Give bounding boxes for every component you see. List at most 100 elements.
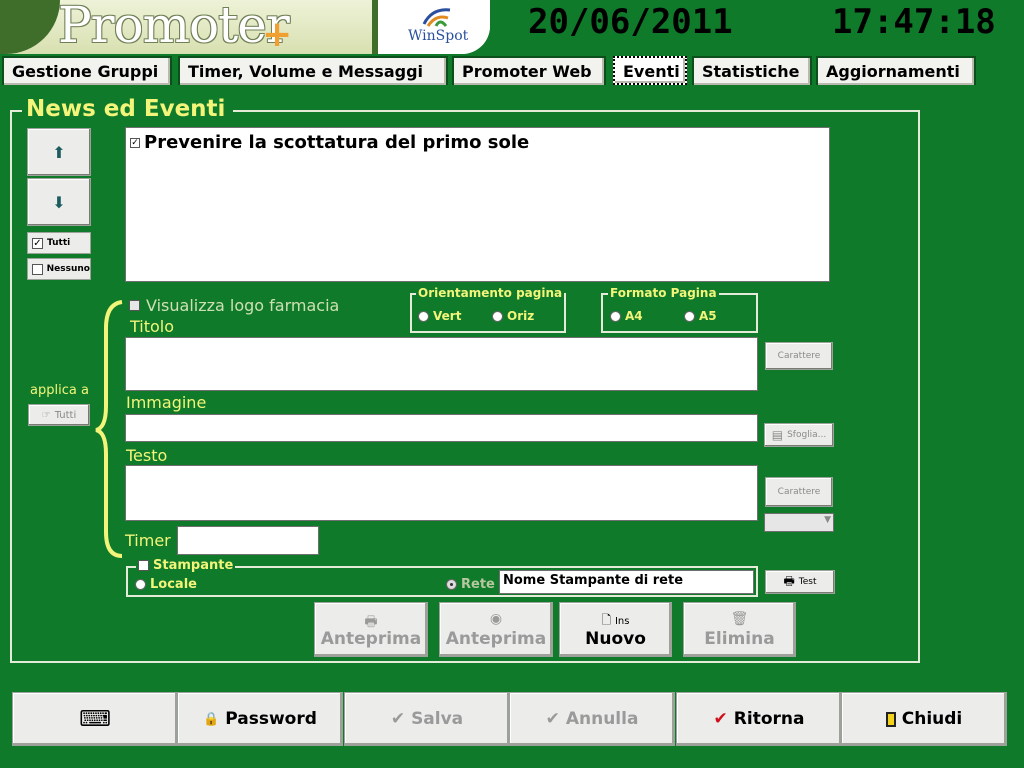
titolo-carattere-button[interactable]: Carattere: [765, 342, 833, 370]
select-none-label: Nessuno: [46, 264, 90, 274]
folder-icon: ▤: [771, 428, 784, 442]
nuovo-label: Nuovo: [585, 628, 646, 649]
formato-legend: Formato Pagina: [608, 286, 719, 300]
sfoglia-button[interactable]: ▤ Sfoglia...: [764, 423, 834, 447]
keyboard-button[interactable]: ⌨: [12, 692, 178, 746]
winspot-text: WinSpot: [408, 28, 469, 44]
check-icon: ✔: [390, 709, 406, 729]
checkbox-checked-icon: ✓: [32, 237, 43, 249]
radio-a5[interactable]: A5: [684, 309, 717, 323]
page-title: News ed Eventi: [22, 96, 234, 122]
titolo-field[interactable]: [125, 337, 758, 391]
testo-carattere-button[interactable]: Carattere: [765, 477, 833, 507]
sfoglia-label: Sfoglia...: [787, 430, 827, 440]
timer-field[interactable]: [177, 526, 319, 555]
elimina-label: Elimina: [704, 628, 775, 649]
ritorna-button[interactable]: ✔ Ritorna: [676, 692, 842, 746]
logo-swoosh: [0, 0, 60, 54]
immagine-field[interactable]: [125, 414, 758, 442]
chiudi-button[interactable]: Chiudi: [841, 692, 1007, 746]
lock-icon: 🔒: [203, 711, 220, 727]
select-all-label: Tutti: [47, 238, 71, 248]
nuovo-button[interactable]: 🗋 Ins Nuovo: [559, 602, 672, 657]
winspot-logo: WinSpot: [372, 0, 490, 54]
brace-decoration: [95, 300, 123, 558]
checkbox-unchecked-icon: [32, 263, 43, 275]
item-checkbox[interactable]: ✓: [130, 137, 140, 148]
list-item[interactable]: ✓ Prevenire la scottatura del primo sole: [130, 132, 529, 153]
new-document-icon: 🗋 Ins: [602, 611, 630, 629]
stampante-legend: Stampante: [153, 558, 234, 573]
move-down-button[interactable]: ⬇: [27, 178, 91, 226]
visualizza-logo-checkbox[interactable]: Visualizza logo farmacia: [129, 296, 339, 315]
printer-icon: 🖶: [783, 573, 795, 588]
test-print-button[interactable]: 🖶 Test: [765, 570, 835, 594]
testo-field[interactable]: [125, 465, 758, 521]
keyboard-icon: ⌨: [79, 706, 111, 732]
testo-label: Testo: [126, 446, 168, 465]
radio-rete-label: Rete: [461, 577, 495, 592]
radio-oriz-label: Oriz: [507, 309, 535, 323]
logo-text: Promoter: [58, 0, 290, 54]
logo-plus: +: [262, 14, 293, 54]
radio-vert-label: Vert: [433, 309, 462, 323]
elimina-button[interactable]: 🗑 Elimina: [683, 602, 796, 657]
checkbox-unchecked-icon: [138, 560, 149, 571]
winspot-mark-icon: [422, 8, 451, 27]
current-time: 17:47:18: [832, 2, 996, 42]
salva-label: Salva: [411, 709, 464, 729]
document-icon: 🗋: [601, 612, 612, 627]
tab-statistiche[interactable]: Statistiche: [692, 56, 812, 85]
radio-icon: [492, 310, 503, 322]
radio-a5-label: A5: [699, 309, 717, 323]
radio-vert[interactable]: Vert: [418, 309, 461, 323]
password-label: Password: [225, 709, 317, 729]
news-item-title: Prevenire la scottatura del primo sole: [144, 132, 530, 153]
tab-promoter-web[interactable]: Promoter Web: [452, 56, 606, 85]
printer-name-field[interactable]: Nome Stampante di rete: [499, 570, 754, 594]
tab-aggiornamenti[interactable]: Aggiornamenti: [816, 56, 976, 85]
radio-a4[interactable]: A4: [610, 309, 643, 323]
radio-icon: [684, 310, 695, 322]
annulla-label: Annulla: [565, 709, 639, 729]
orientamento-legend: Orientamento pagina: [416, 286, 565, 300]
bottom-toolbar: ⌨ 🔒 Password ✔ Salva ✔ Annulla ✔ Ritorna…: [12, 692, 1008, 746]
radio-icon: [135, 579, 146, 590]
test-label: Test: [798, 577, 817, 587]
radio-locale[interactable]: Locale: [135, 577, 197, 592]
hand-pointer-icon: ☞: [41, 409, 51, 421]
anteprima-web-button[interactable]: ◉ Anteprima: [439, 602, 553, 657]
header: Promoter + WinSpot 20/06/2011 17:47:18: [0, 0, 1024, 54]
check-icon: ✔: [545, 709, 560, 729]
radio-oriz[interactable]: Oriz: [492, 309, 534, 323]
arrow-down-icon: ⬇: [52, 192, 66, 212]
applica-a-label: applica a: [30, 383, 89, 398]
password-button[interactable]: 🔒 Password: [177, 692, 343, 746]
applica-tutti-button[interactable]: ☞ Tutti: [28, 404, 90, 426]
radio-icon: [418, 310, 429, 322]
radio-checked-icon: [446, 579, 457, 590]
trash-icon: 🗑: [730, 610, 749, 627]
exit-door-icon: [885, 711, 896, 727]
chiudi-label: Chiudi: [901, 709, 963, 729]
anteprima-stampa-button[interactable]: 🖶 Anteprima: [314, 602, 428, 657]
radio-rete[interactable]: Rete: [446, 577, 495, 592]
salva-button[interactable]: ✔ Salva: [344, 692, 510, 746]
tab-gestione-gruppi[interactable]: Gestione Gruppi: [2, 56, 172, 85]
tab-timer-volume-messaggi[interactable]: Timer, Volume e Messaggi: [178, 56, 448, 85]
globe-icon: ◉: [489, 610, 503, 627]
ins-label: Ins: [614, 615, 630, 627]
stampante-checkbox[interactable]: Stampante: [136, 558, 236, 573]
testo-dropdown[interactable]: ▼: [764, 513, 834, 532]
tab-eventi[interactable]: Eventi: [613, 56, 687, 85]
select-all-checkbox[interactable]: ✓ Tutti: [27, 232, 91, 254]
anteprima-web-label: Anteprima: [445, 628, 547, 649]
arrow-up-icon: ⬆: [52, 142, 66, 162]
chevron-down-icon: ▼: [824, 515, 831, 525]
move-up-button[interactable]: ⬆: [27, 128, 91, 176]
select-none-checkbox[interactable]: Nessuno: [27, 258, 91, 280]
radio-icon: [610, 310, 621, 322]
immagine-label: Immagine: [126, 393, 207, 412]
news-list[interactable]: ✓ Prevenire la scottatura del primo sole: [125, 127, 830, 282]
annulla-button[interactable]: ✔ Annulla: [509, 692, 675, 746]
